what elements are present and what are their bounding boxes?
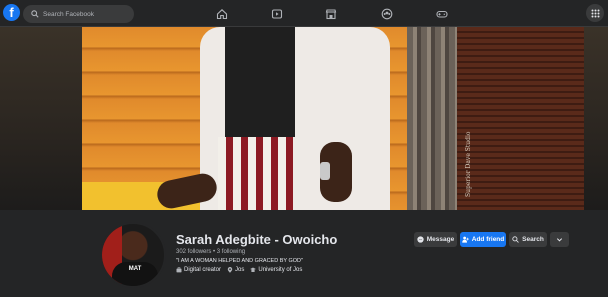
more-options-button[interactable] — [550, 232, 569, 247]
facebook-logo[interactable]: f — [3, 4, 20, 21]
cover-photo[interactable]: Superior Dave Studio — [82, 27, 584, 210]
tag-label: Digital creator — [184, 267, 222, 273]
search-bar[interactable]: Search Facebook — [23, 5, 134, 23]
stone-pillar — [407, 27, 457, 210]
message-button[interactable]: Message — [414, 232, 457, 247]
add-friend-button[interactable]: Add friend — [460, 232, 506, 247]
search-icon — [31, 10, 39, 18]
chevron-down-icon — [556, 238, 563, 242]
tag-digital-creator: Digital creator — [176, 267, 221, 273]
profile-name: Sarah Adegbite - Owoicho — [176, 232, 338, 247]
profile-bio: "I AM A WOMAN HELPED AND GRACED BY GOD" — [176, 258, 303, 264]
person-skirt — [218, 137, 293, 210]
add-friend-icon — [462, 236, 469, 243]
search-label: Search — [522, 236, 544, 243]
tag-label[interactable]: University of Jos — [258, 267, 302, 273]
video-icon[interactable] — [271, 7, 283, 19]
follow-counts[interactable]: 302 followers • 3 following — [176, 249, 245, 255]
marketplace-icon[interactable] — [325, 7, 337, 20]
message-label: Message — [426, 236, 455, 243]
search-icon — [512, 236, 519, 243]
top-navbar: f Search Facebook — [0, 0, 608, 27]
profile-tags: Digital creator Jos University of Jos — [176, 267, 302, 273]
tag-location: Jos — [227, 267, 244, 273]
briefcase-icon — [176, 267, 182, 273]
search-placeholder: Search Facebook — [43, 10, 94, 18]
gaming-icon[interactable] — [436, 7, 448, 19]
groups-icon[interactable] — [381, 7, 393, 20]
avatar-shirt: MAT — [112, 262, 158, 286]
studio-sign: Superior Dave Studio — [465, 131, 472, 197]
profile-search-button[interactable]: Search — [509, 232, 547, 247]
person-shirt — [225, 27, 295, 137]
avatar[interactable]: MAT — [100, 222, 166, 288]
profile-header — [0, 210, 608, 297]
menu-button[interactable] — [586, 4, 604, 22]
grid-menu-icon — [591, 9, 599, 17]
school-icon — [250, 267, 257, 272]
tag-school: University of Jos — [250, 267, 302, 273]
home-icon[interactable] — [216, 7, 228, 20]
add-friend-label: Add friend — [471, 236, 505, 243]
messenger-icon — [417, 236, 424, 243]
location-pin-icon — [227, 267, 233, 273]
wristwatch — [320, 162, 330, 180]
tag-label[interactable]: Jos — [235, 267, 244, 273]
window-blinds — [457, 27, 584, 210]
